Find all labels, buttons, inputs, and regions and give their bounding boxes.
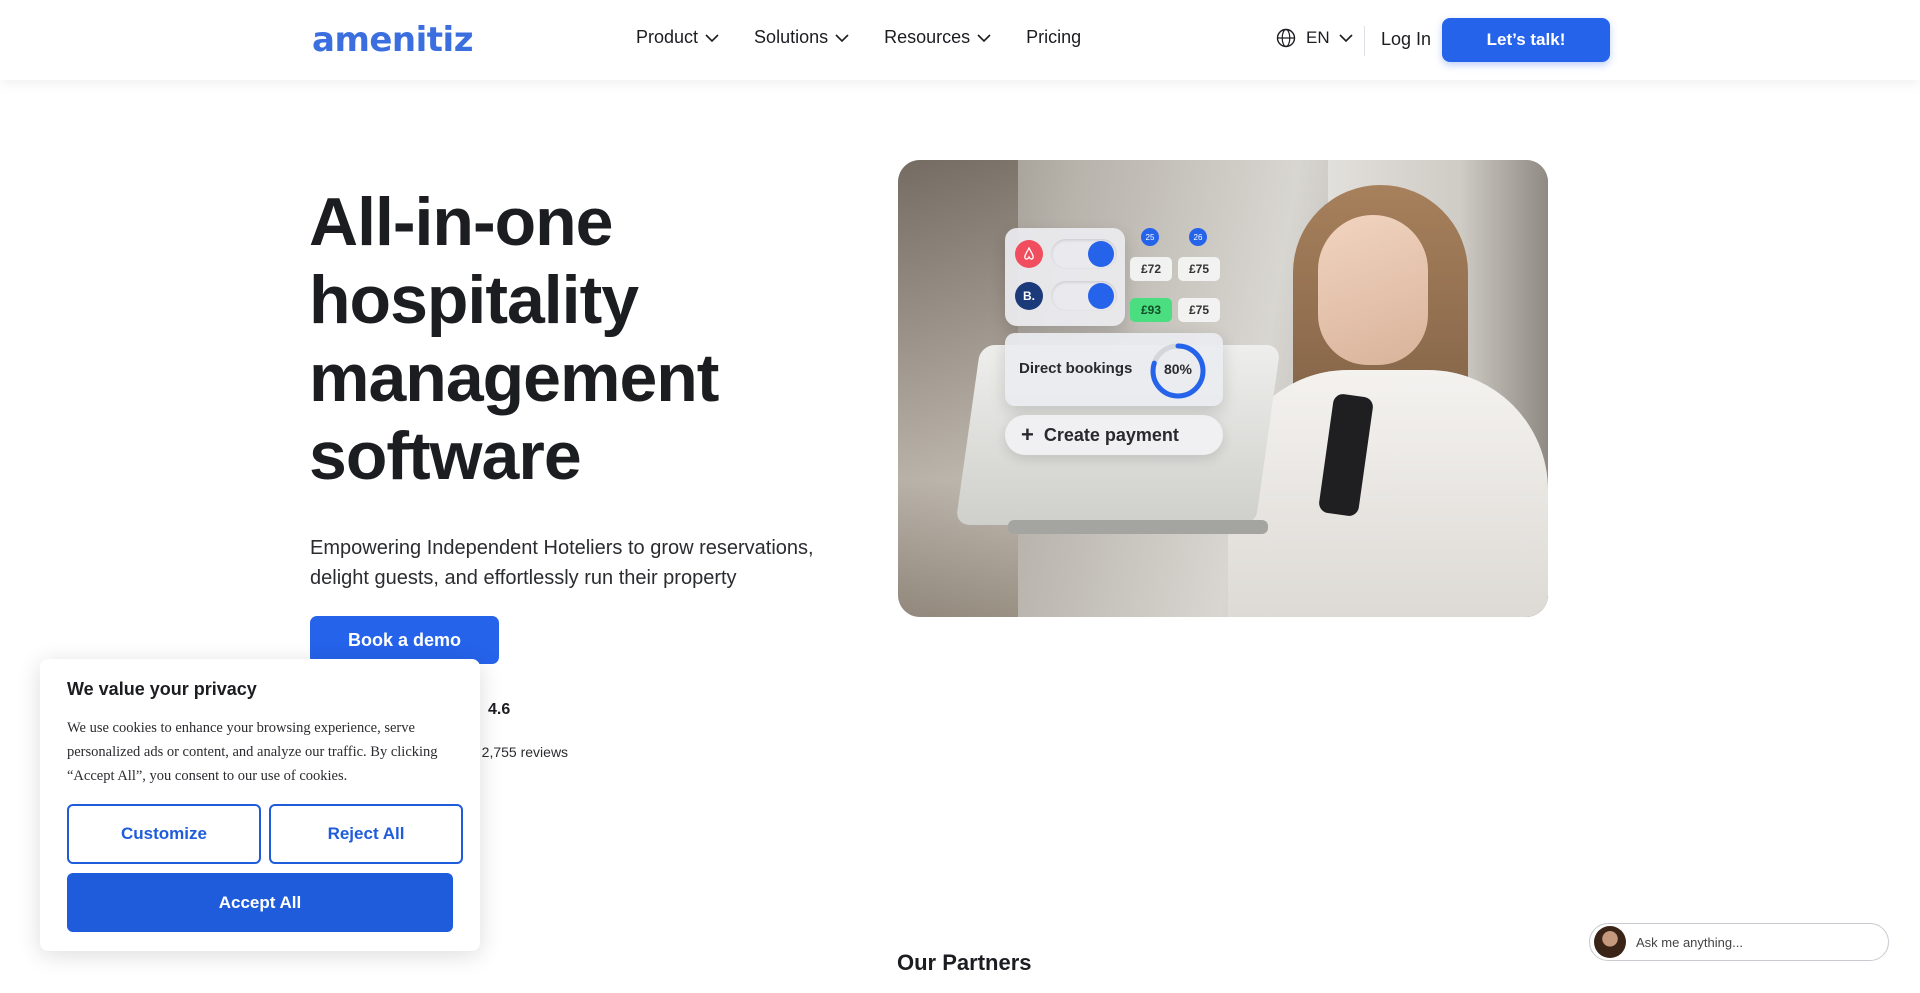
direct-bookings-card: Direct bookings 80%	[1005, 333, 1223, 406]
person-face	[1318, 215, 1428, 365]
hero-title: All-in-one hospitality management softwa…	[309, 183, 829, 495]
accept-all-button[interactable]: Accept All	[67, 873, 453, 932]
reject-all-button[interactable]: Reject All	[269, 804, 463, 864]
nav-divider	[1364, 26, 1365, 56]
chevron-down-icon	[705, 33, 719, 42]
channel-toggle-card: B.	[1005, 228, 1125, 326]
cookie-title: We value your privacy	[67, 679, 257, 699]
login-link[interactable]: Log In	[1381, 29, 1431, 50]
hero-title-line: management	[309, 340, 719, 416]
cookie-consent-banner: We value your privacy We use cookies to …	[40, 659, 480, 951]
nav-item-label: Pricing	[1026, 27, 1082, 47]
price-cell: £72	[1130, 257, 1172, 281]
cookie-body: We use cookies to enhance your browsing …	[67, 720, 438, 784]
nav-item-solutions[interactable]: Solutions	[754, 27, 850, 48]
lets-talk-button[interactable]: Let’s talk!	[1442, 18, 1610, 62]
hero-subtitle: Empowering Independent Hoteliers to grow…	[310, 537, 814, 589]
book-demo-button[interactable]: Book a demo	[310, 616, 499, 664]
chevron-down-icon	[835, 33, 849, 42]
language-selector[interactable]: EN	[1276, 28, 1364, 48]
amenitiz-logo[interactable]: amenitiz	[312, 20, 474, 60]
top-navigation: amenitiz Product Solutions Resources Pri…	[0, 0, 1920, 80]
partners-heading: Our Partners	[897, 950, 1032, 975]
price-cell: £75	[1178, 298, 1220, 322]
globe-icon	[1276, 28, 1296, 48]
nav-item-label: Resources	[884, 27, 971, 47]
date-badge: 25	[1141, 228, 1159, 246]
price-cell: £75	[1178, 257, 1220, 281]
nav-item-label: Solutions	[754, 27, 829, 47]
hero-title-line: All-in-one	[309, 184, 614, 260]
language-code: EN	[1306, 28, 1330, 47]
chevron-down-icon	[977, 33, 991, 42]
hero-image: B. 25 26 £72 £75 £93 £75 Direct bookings…	[898, 160, 1548, 617]
airbnb-icon	[1015, 240, 1043, 268]
hero-title-line: hospitality	[309, 262, 639, 338]
direct-bookings-percent: 80%	[1163, 361, 1193, 377]
booking-badge: B.	[1015, 282, 1043, 310]
booking-toggle	[1051, 281, 1117, 311]
create-payment-label: Create payment	[1043, 424, 1179, 445]
airbnb-toggle	[1051, 239, 1117, 269]
date-badge: 26	[1189, 228, 1207, 246]
price-cell-highlight: £93	[1130, 298, 1172, 322]
plus-icon: +	[1021, 422, 1034, 447]
customize-button[interactable]: Customize	[67, 804, 261, 864]
direct-bookings-label: Direct bookings	[1019, 360, 1133, 377]
hero-title-line: software	[309, 418, 582, 494]
create-payment-pill: + Create payment	[1005, 415, 1223, 455]
chat-widget-input[interactable]: Ask me anything...	[1589, 923, 1889, 961]
laptop-base	[1008, 520, 1268, 534]
rating-score: 4.6	[488, 701, 511, 718]
main-menu: Product Solutions Resources Pricing	[636, 27, 1115, 48]
reviews-count: n 2,755 reviews	[470, 744, 569, 760]
nav-item-label: Product	[636, 27, 699, 47]
chat-placeholder: Ask me anything...	[1636, 934, 1743, 950]
chevron-down-icon	[1339, 34, 1353, 43]
nav-item-product[interactable]: Product	[636, 27, 720, 48]
nav-item-pricing[interactable]: Pricing	[1026, 27, 1081, 48]
nav-item-resources[interactable]: Resources	[884, 27, 992, 48]
person-shirt	[1228, 370, 1548, 617]
chat-avatar	[1594, 926, 1626, 958]
